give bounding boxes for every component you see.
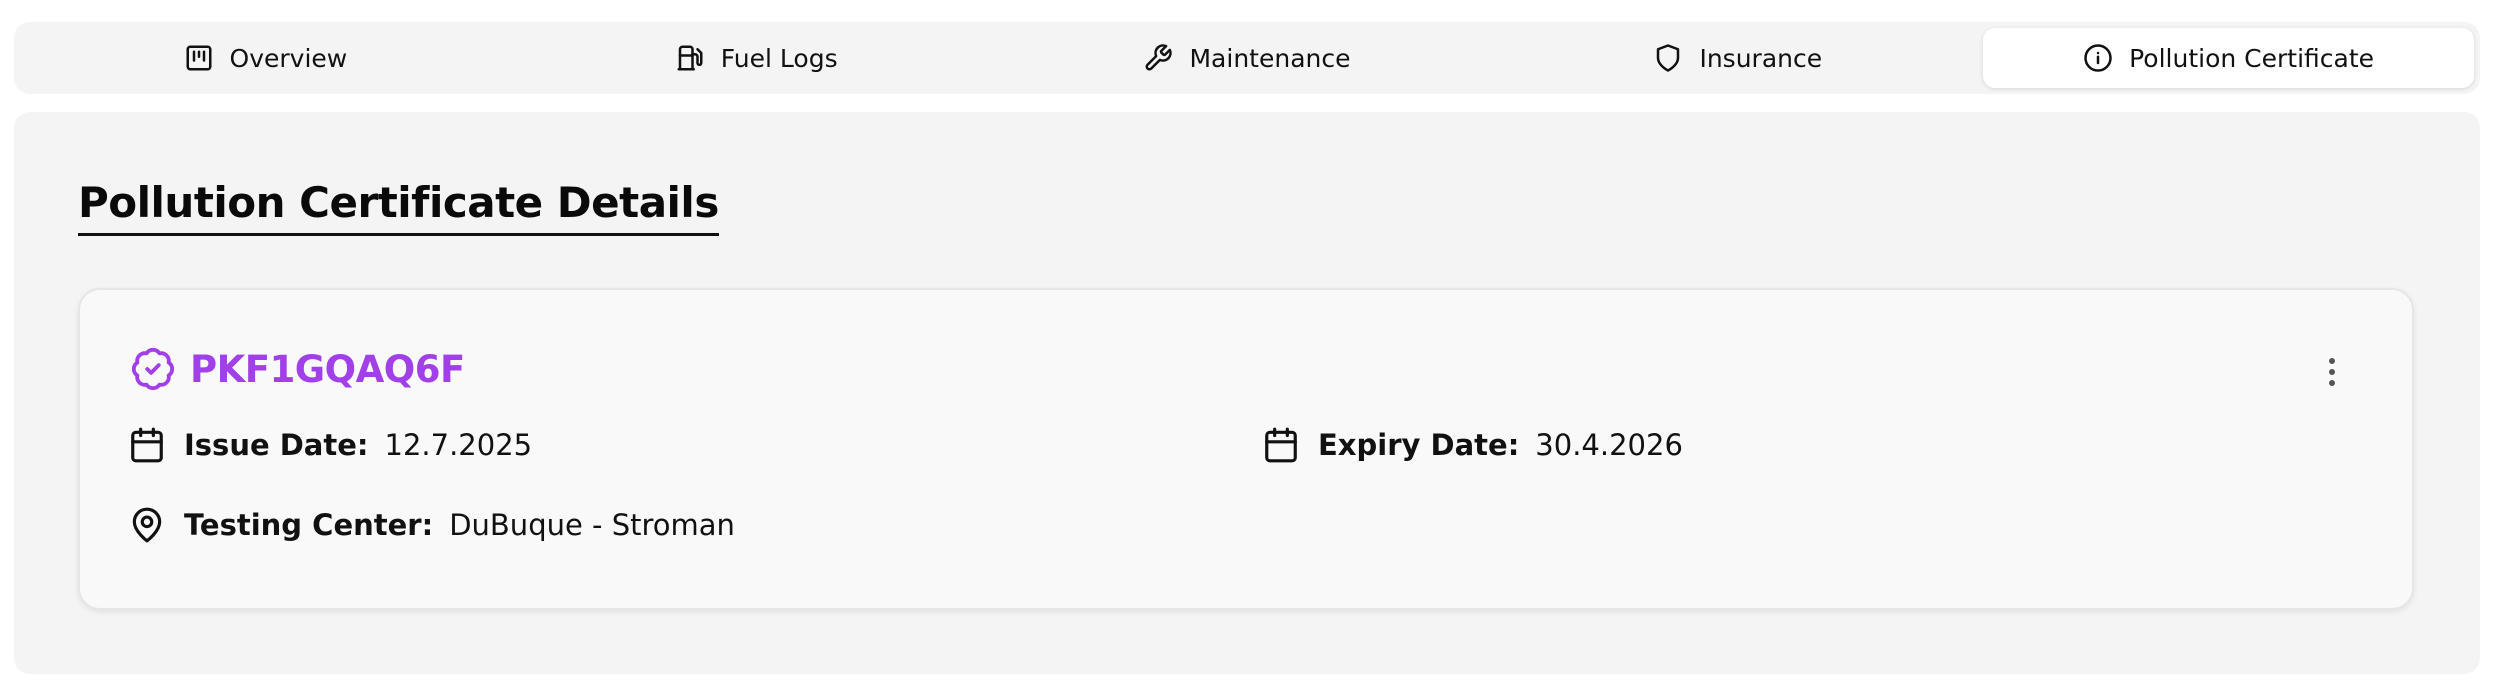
- tab-label: Pollution Certificate: [2129, 43, 2375, 73]
- issue-date-label: Issue Date:: [184, 428, 369, 462]
- tab-overview[interactable]: Overview: [20, 28, 511, 88]
- dot-icon: [2329, 358, 2335, 364]
- issue-date-value: 12.7.2025: [384, 428, 533, 462]
- section-title: Pollution Certificate Details: [78, 178, 719, 236]
- tab-pollution-certificate[interactable]: Pollution Certificate: [1983, 28, 2474, 88]
- dot-icon: [2329, 380, 2335, 386]
- issue-date-field: Issue Date: 12.7.2025: [128, 426, 532, 464]
- map-pin-icon: [132, 507, 162, 543]
- expiry-date-value: 30.4.2026: [1535, 428, 1683, 462]
- verified-badge-icon: [131, 348, 174, 391]
- tab-label: Maintenance: [1189, 43, 1351, 73]
- tab-label: Overview: [229, 43, 348, 73]
- certificate-header: PKF1GQAQ6F: [130, 346, 465, 392]
- clipboard-icon: [186, 45, 212, 71]
- wrench-icon: [1146, 44, 1173, 71]
- dot-icon: [2329, 369, 2335, 375]
- shield-icon: [1657, 44, 1680, 72]
- content-panel: Pollution Certificate Details PKF1GQAQ6F…: [14, 112, 2480, 674]
- certificate-card: PKF1GQAQ6F Issue Date: 12.7.2025 Expiry …: [78, 288, 2414, 610]
- tab-insurance[interactable]: Insurance: [1492, 28, 1983, 88]
- calendar-icon: [1265, 427, 1297, 463]
- certificate-number: PKF1GQAQ6F: [190, 347, 465, 391]
- tab-fuel-logs[interactable]: Fuel Logs: [511, 28, 1002, 88]
- calendar-icon: [131, 427, 163, 463]
- more-options-button[interactable]: [2320, 354, 2344, 390]
- tab-bar: Overview Fuel Logs Maintenance Insurance…: [14, 22, 2480, 94]
- tab-maintenance[interactable]: Maintenance: [1002, 28, 1493, 88]
- info-circle-icon: [2084, 44, 2112, 72]
- tab-label: Insurance: [1699, 43, 1823, 73]
- expiry-date-label: Expiry Date:: [1318, 428, 1520, 462]
- testing-center-value: DuBuque - Stroman: [449, 508, 735, 542]
- fuel-pump-icon: [677, 45, 703, 71]
- tab-label: Fuel Logs: [720, 43, 838, 73]
- expiry-date-field: Expiry Date: 30.4.2026: [1262, 426, 1683, 464]
- testing-center-field: Testing Center: DuBuque - Stroman: [128, 506, 735, 544]
- testing-center-label: Testing Center:: [184, 508, 434, 542]
